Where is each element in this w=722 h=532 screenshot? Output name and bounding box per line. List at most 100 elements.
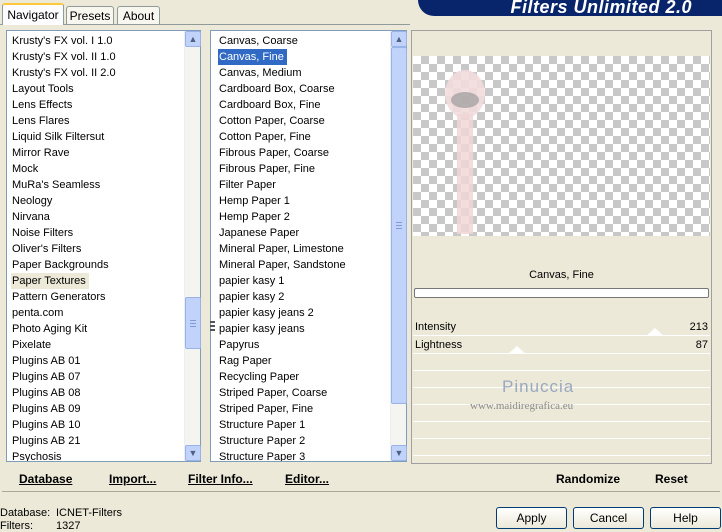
list-item[interactable]: Neology [11,193,55,209]
list-item[interactable]: Plugins AB 08 [11,385,84,401]
list-item[interactable]: Krusty's FX vol. I 1.0 [11,33,116,49]
grip-line [396,222,402,223]
list-item[interactable]: Hemp Paper 2 [218,209,293,225]
status-filters-value: 1327 [56,520,81,532]
grip-line [396,228,402,229]
empty-param-row [413,355,710,371]
filter-scrollbar[interactable]: ▲ ▼ [390,31,407,461]
list-item[interactable]: Canvas, Medium [218,65,305,81]
list-item[interactable]: Plugins AB 07 [11,369,84,385]
list-item[interactable]: Canvas, Coarse [218,33,301,49]
filter-list[interactable]: Canvas, Coarse Canvas, Fine Canvas, Medium… [210,30,407,462]
database-button[interactable]: Database [19,470,72,488]
list-item[interactable]: Paper Textures [11,273,89,289]
splitter-grip-icon[interactable] [210,321,215,333]
scroll-up-arrow-icon[interactable]: ▲ [391,31,407,47]
list-item[interactable]: Photo Aging Kit [11,321,90,337]
scroll-up-arrow-icon[interactable]: ▲ [185,31,201,47]
list-item[interactable]: Pattern Generators [11,289,109,305]
scroll-down-arrow-icon[interactable]: ▼ [185,445,201,461]
list-item[interactable]: papier kasy jeans 2 [218,305,317,321]
list-item[interactable]: Layout Tools [11,81,77,97]
list-item[interactable]: Japanese Paper [218,225,302,241]
tab-presets[interactable]: Presets [66,6,114,24]
title-banner: Filters Unlimited 2.0 [418,0,722,16]
list-item[interactable]: MuRa's Seamless [11,177,103,193]
preview-image[interactable] [413,56,710,236]
list-item[interactable]: Canvas, Fine [217,48,288,66]
list-item[interactable]: Structure Paper 3 [218,449,308,461]
tab-about[interactable]: About [117,6,160,24]
slider-intensity[interactable]: Intensity 213 [413,319,710,336]
list-item[interactable]: Structure Paper 2 [218,433,308,449]
list-item[interactable]: Papyrus [218,337,262,353]
list-item[interactable]: Rag Paper [218,353,275,369]
list-item[interactable]: Striped Paper, Coarse [218,385,330,401]
list-item[interactable]: Mirror Rave [11,145,72,161]
help-button[interactable]: Help [650,507,721,529]
list-item[interactable]: Mineral Paper, Sandstone [218,257,349,273]
list-item[interactable]: Cotton Paper, Fine [218,129,314,145]
list-item[interactable]: Lens Flares [11,113,72,129]
list-item[interactable]: Noise Filters [11,225,76,241]
list-item[interactable]: Krusty's FX vol. II 2.0 [11,65,119,81]
list-item[interactable]: Paper Backgrounds [11,257,112,273]
list-item[interactable]: Mock [11,161,41,177]
category-list[interactable]: Krusty's FX vol. I 1.0 Krusty's FX vol. I… [6,30,201,462]
watermark-site: www.maidiregrafica.eu [470,400,574,412]
import-button[interactable]: Import... [109,470,156,488]
category-scrollbar[interactable]: ▲ ▼ [184,31,201,461]
slider-lightness[interactable]: Lightness 87 [413,337,710,354]
grip-line [190,326,196,327]
status-filters-label: Filters: [0,520,33,532]
scroll-thumb[interactable] [391,47,407,404]
slider-thumb[interactable] [645,328,664,336]
filter-info-button[interactable]: Filter Info... [188,470,253,488]
list-item[interactable]: Filter Paper [218,177,279,193]
tab-navigator[interactable]: Navigator [2,3,64,25]
watermark-name: Pinuccia [502,377,575,396]
list-item[interactable]: papier kasy jeans [218,321,308,337]
list-item[interactable]: Liquid Silk Filtersut [11,129,107,145]
list-item[interactable]: Plugins AB 10 [11,417,84,433]
list-item[interactable]: Pixelate [11,337,54,353]
randomize-button[interactable]: Randomize [556,470,620,488]
list-item[interactable]: Krusty's FX vol. II 1.0 [11,49,119,65]
list-item[interactable]: papier kasy 2 [218,289,287,305]
list-item[interactable]: Striped Paper, Fine [218,401,316,417]
cancel-button[interactable]: Cancel [573,507,644,529]
tab-label: Navigator [7,8,59,22]
list-item[interactable]: Psychosis [11,449,65,461]
list-item[interactable]: Plugins AB 01 [11,353,84,369]
status-database-value: ICNET-Filters [56,507,122,519]
list-item[interactable]: penta.com [11,305,66,321]
list-item[interactable]: Fibrous Paper, Coarse [218,145,332,161]
tab-label: About [122,9,155,23]
slider-thumb[interactable] [508,346,527,354]
editor-button[interactable]: Editor... [285,470,329,488]
progress-bar [414,288,709,298]
slider-label: Intensity [415,321,456,333]
list-item[interactable]: Fibrous Paper, Fine [218,161,318,177]
preview-figure [445,70,485,234]
slider-label: Lightness [415,339,463,351]
list-item[interactable]: Mineral Paper, Limestone [218,241,347,257]
grip-line [396,225,402,226]
preview-filter-name: Canvas, Fine [529,269,594,281]
list-item[interactable]: Plugins AB 09 [11,401,84,417]
list-item[interactable]: Oliver's Filters [11,241,84,257]
scroll-thumb[interactable] [185,297,201,349]
list-item[interactable]: Cardboard Box, Fine [218,97,324,113]
list-item[interactable]: Hemp Paper 1 [218,193,293,209]
list-item[interactable]: Nirvana [11,209,53,225]
list-item[interactable]: papier kasy 1 [218,273,287,289]
list-item[interactable]: Cardboard Box, Coarse [218,81,338,97]
list-item[interactable]: Cotton Paper, Coarse [218,113,328,129]
list-item[interactable]: Recycling Paper [218,369,302,385]
list-item[interactable]: Plugins AB 21 [11,433,84,449]
reset-button[interactable]: Reset [655,470,688,488]
scroll-down-arrow-icon[interactable]: ▼ [391,445,407,461]
list-item[interactable]: Lens Effects [11,97,75,113]
apply-button[interactable]: Apply [496,507,567,529]
list-item[interactable]: Structure Paper 1 [218,417,308,433]
